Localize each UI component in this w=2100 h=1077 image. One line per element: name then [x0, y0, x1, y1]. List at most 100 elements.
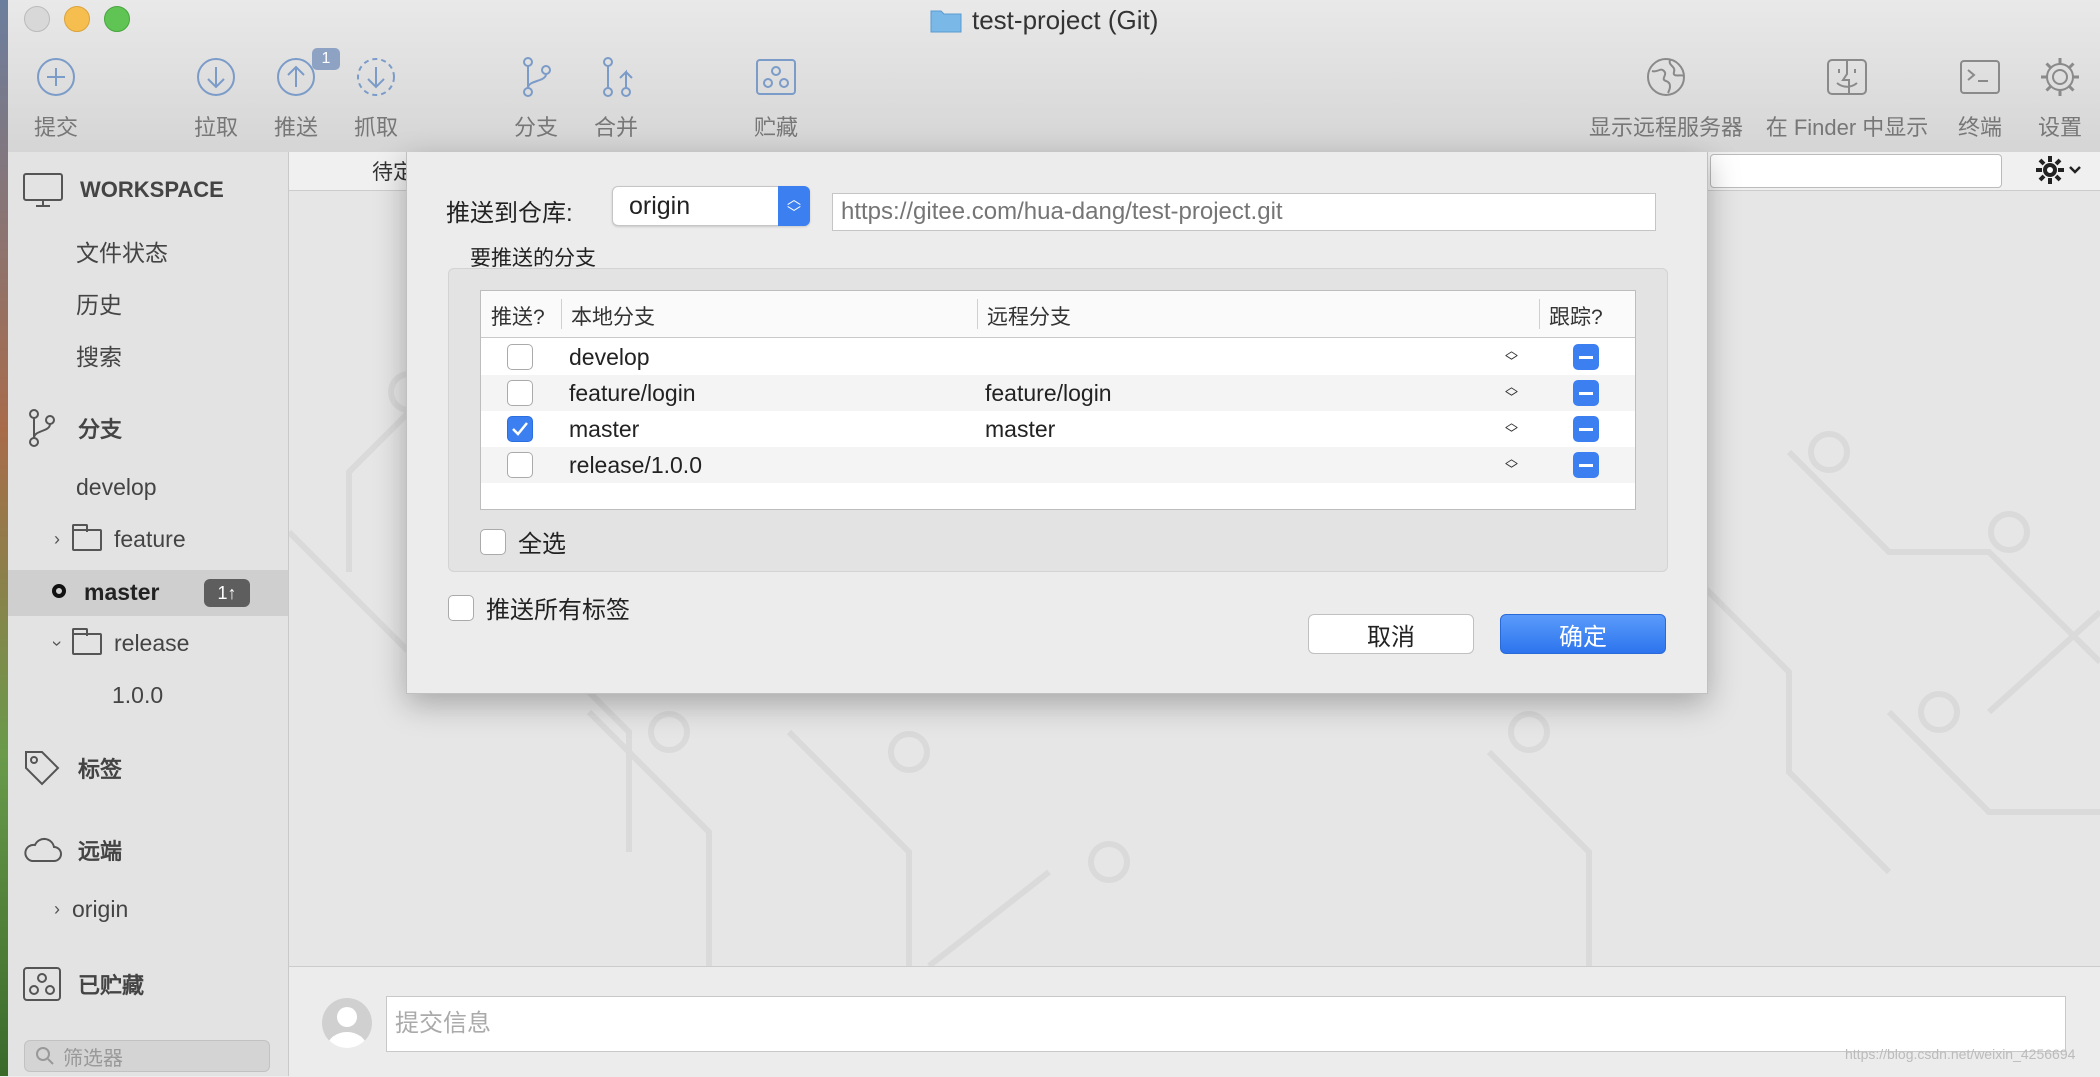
- sidebar-item-file-status[interactable]: 文件状态: [76, 234, 168, 268]
- fetch-label: 抓取: [353, 115, 398, 140]
- sidebar-section-branches[interactable]: 分支: [22, 406, 122, 450]
- push-checkbox-checked[interactable]: [507, 416, 533, 442]
- track-toggle[interactable]: [1573, 380, 1599, 406]
- sidebar-item-origin-label: origin: [72, 896, 129, 922]
- terminal-button[interactable]: 终端: [1952, 52, 2008, 148]
- minimize-window-button[interactable]: [64, 6, 90, 32]
- sidebar-filter-placeholder: 筛选器: [63, 1047, 123, 1070]
- chevron-down-icon[interactable]: ›: [47, 641, 68, 647]
- remote-branch-stepper-icon[interactable]: ︿ ﹀: [1505, 380, 1518, 404]
- branch-icon: [29, 409, 55, 447]
- column-divider: [561, 299, 562, 329]
- gear-icon: [2041, 58, 2079, 96]
- remote-select[interactable]: origin ︿ ﹀: [612, 186, 810, 226]
- sidebar-item-release-folder[interactable]: › release: [48, 627, 189, 657]
- column-header-local-branch[interactable]: 本地分支: [571, 301, 655, 331]
- stash-button[interactable]: 贮藏: [748, 52, 804, 148]
- branch-button[interactable]: 分支: [508, 52, 564, 148]
- commit-message-input[interactable]: [386, 996, 2066, 1052]
- current-branch-icon: [52, 584, 66, 598]
- plus-circle-icon: [37, 58, 75, 96]
- remote-branch-stepper-icon[interactable]: ︿ ﹀: [1505, 452, 1518, 476]
- select-all-option[interactable]: 全选: [480, 524, 566, 559]
- ahead-count-badge: 1↑: [204, 579, 250, 607]
- push-checkbox[interactable]: [507, 344, 533, 370]
- push-label: 推送: [273, 115, 318, 140]
- ok-button[interactable]: 确定: [1500, 614, 1666, 654]
- remote-branch-stepper-icon[interactable]: ︿ ﹀: [1505, 416, 1518, 440]
- window-title-text: test-project (Git): [972, 4, 1159, 35]
- stash-icon: [756, 59, 796, 95]
- sidebar-section-workspace-label: WORKSPACE: [80, 177, 224, 202]
- sidebar-section-tags[interactable]: 标签: [22, 748, 122, 788]
- table-row[interactable]: feature/login feature/login ︿ ﹀: [481, 375, 1635, 411]
- column-header-track[interactable]: 跟踪?: [1549, 301, 1603, 331]
- fetch-button[interactable]: 抓取: [348, 52, 404, 148]
- sidebar-item-master[interactable]: master: [84, 579, 159, 606]
- zoom-window-button[interactable]: [104, 6, 130, 32]
- folder-icon: [72, 627, 102, 655]
- search-icon: [36, 1047, 54, 1065]
- push-checkbox[interactable]: [507, 452, 533, 478]
- column-divider: [1539, 299, 1540, 329]
- monitor-icon: [23, 173, 63, 207]
- sidebar-section-tags-label: 标签: [78, 757, 123, 782]
- close-window-button[interactable]: [24, 6, 50, 32]
- remote-branch-stepper-icon[interactable]: ︿ ﹀: [1505, 344, 1518, 368]
- sidebar-item-release-100[interactable]: 1.0.0: [112, 682, 163, 709]
- push-button[interactable]: 1 推送: [268, 48, 340, 148]
- settings-button[interactable]: 设置: [2032, 52, 2088, 148]
- sidebar-section-remotes-label: 远端: [78, 839, 123, 864]
- stash-label: 贮藏: [753, 115, 798, 140]
- sidebar-item-feature-label: feature: [114, 526, 186, 552]
- cloud-icon: [24, 837, 62, 862]
- merge-icon: [603, 57, 633, 97]
- track-toggle[interactable]: [1573, 452, 1599, 478]
- folder-icon: [930, 10, 962, 33]
- column-header-remote-branch[interactable]: 远程分支: [987, 301, 1071, 331]
- sidebar-item-origin[interactable]: › origin: [54, 896, 128, 923]
- show-remote-button[interactable]: 显示远程服务器: [1588, 52, 1744, 148]
- track-toggle[interactable]: [1573, 416, 1599, 442]
- merge-button[interactable]: 合并: [588, 52, 644, 148]
- local-branch-cell: develop: [569, 344, 650, 370]
- show-in-finder-button[interactable]: 在 Finder 中显示: [1764, 52, 1930, 148]
- column-divider: [977, 299, 978, 329]
- sidebar-section-stashes[interactable]: 已贮藏: [22, 966, 144, 1002]
- sidebar-item-feature-folder[interactable]: › feature: [54, 523, 186, 553]
- sidebar-filter-input[interactable]: 筛选器: [24, 1040, 270, 1072]
- push-all-tags-option[interactable]: 推送所有标签: [448, 590, 630, 625]
- local-branch-cell: release/1.0.0: [569, 452, 702, 478]
- branch-icon: [523, 57, 551, 97]
- chevron-right-icon[interactable]: ›: [54, 899, 60, 920]
- checkmark-icon: [512, 422, 528, 436]
- column-header-push[interactable]: 推送?: [491, 301, 545, 331]
- cancel-button[interactable]: 取消: [1308, 614, 1474, 654]
- track-toggle[interactable]: [1573, 344, 1599, 370]
- pull-button[interactable]: 拉取: [188, 52, 244, 148]
- sidebar-item-history[interactable]: 历史: [76, 286, 122, 320]
- sidebar-item-develop[interactable]: develop: [76, 474, 157, 501]
- show-in-finder-label: 在 Finder 中显示: [1765, 115, 1929, 140]
- main-search-input[interactable]: [1710, 154, 2002, 188]
- push-all-tags-checkbox[interactable]: [448, 594, 474, 621]
- commit-label: 提交: [33, 115, 78, 140]
- desktop-edge: [0, 0, 8, 1076]
- finder-icon: [1827, 59, 1867, 95]
- remote-branch-cell[interactable]: master: [985, 416, 1055, 443]
- tag-icon: [25, 751, 60, 786]
- options-gear-button[interactable]: [2036, 154, 2084, 193]
- local-branch-cell: master: [569, 416, 640, 442]
- table-row[interactable]: develop ︿ ﹀: [481, 339, 1635, 375]
- push-count-badge: 1: [312, 48, 340, 70]
- select-all-checkbox[interactable]: [480, 528, 506, 555]
- push-checkbox[interactable]: [507, 380, 533, 406]
- table-row[interactable]: master master ︿ ﹀: [481, 411, 1635, 447]
- table-row[interactable]: release/1.0.0 ︿ ﹀: [481, 447, 1635, 483]
- commit-button[interactable]: 提交: [28, 52, 84, 148]
- remote-branch-cell[interactable]: feature/login: [985, 380, 1112, 407]
- remote-url-field[interactable]: [832, 193, 1656, 231]
- sidebar-item-search[interactable]: 搜索: [76, 338, 122, 372]
- sidebar-section-remotes[interactable]: 远端: [22, 834, 122, 866]
- chevron-right-icon[interactable]: ›: [54, 529, 60, 550]
